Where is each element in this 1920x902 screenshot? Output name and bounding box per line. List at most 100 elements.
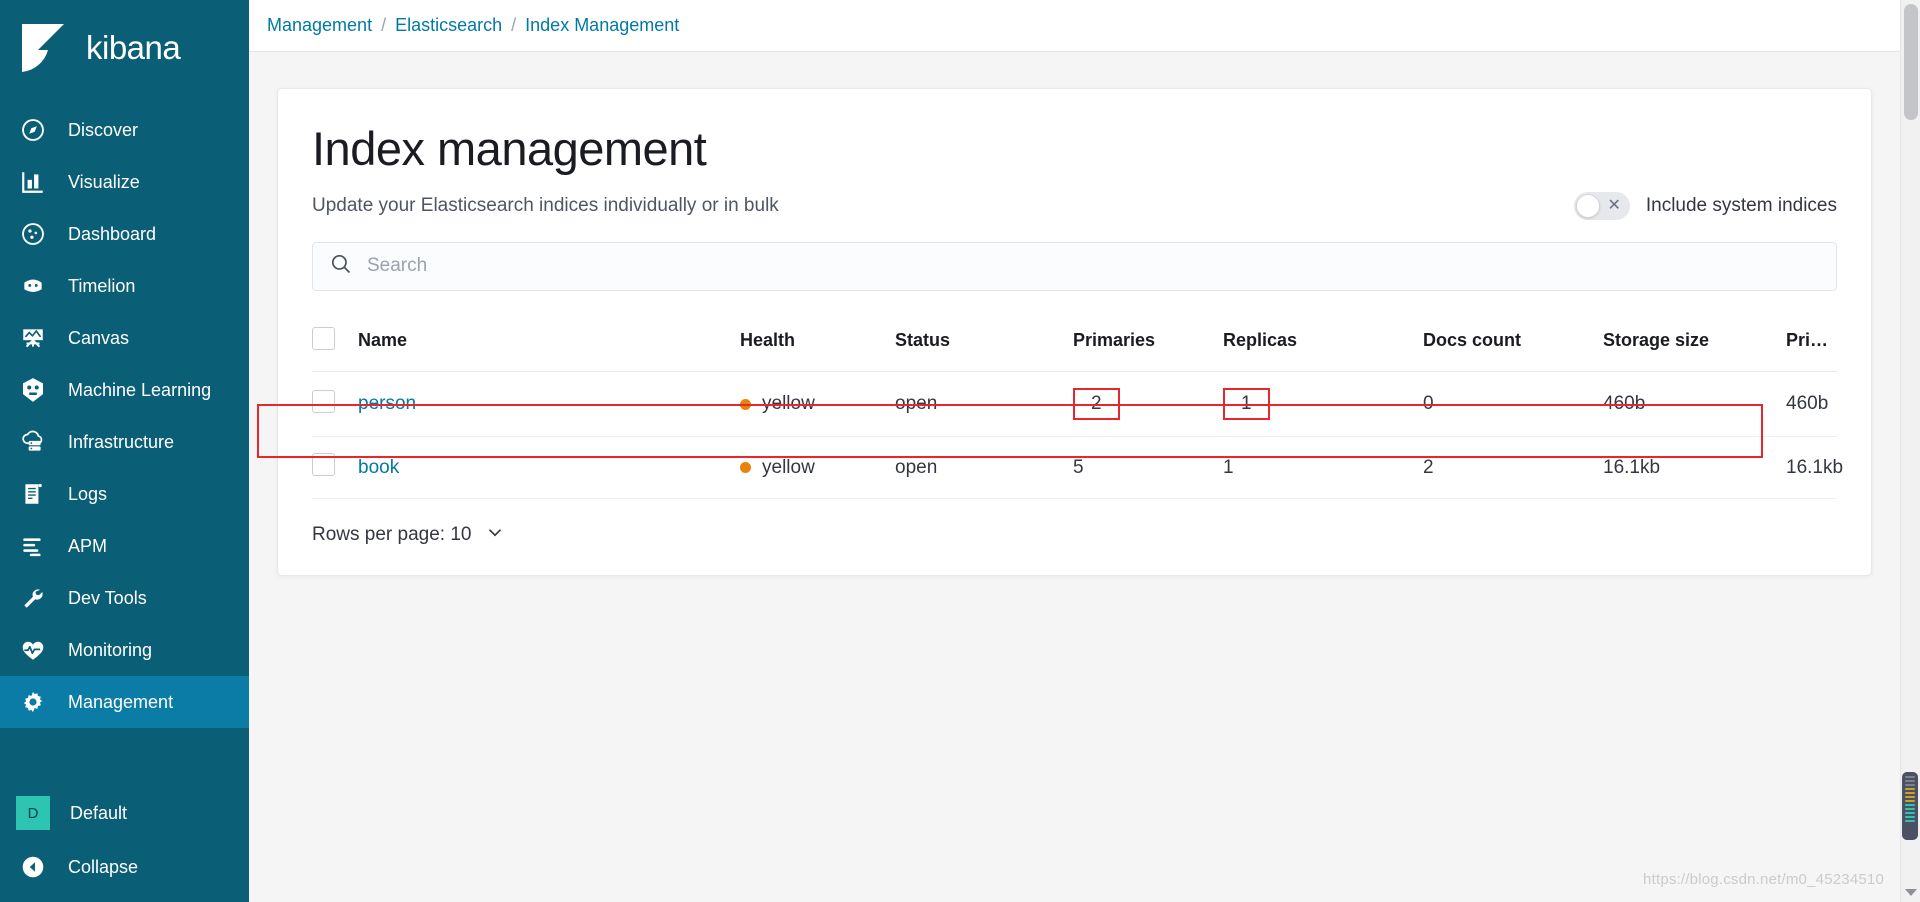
- sidebar-item-canvas[interactable]: Canvas: [0, 312, 249, 364]
- include-system-indices-group: ✕ Include system indices: [1573, 191, 1837, 220]
- app-root: kibana Discover Visualize Dashboard Time…: [0, 0, 1920, 902]
- health-label: yellow: [762, 456, 815, 478]
- chevron-down-icon: [484, 521, 506, 549]
- cell-replicas: 1: [1223, 371, 1423, 438]
- gear-icon: [18, 687, 48, 717]
- cell-storage-size: 460b: [1603, 371, 1786, 438]
- row-checkbox[interactable]: [312, 453, 335, 477]
- table-row[interactable]: book yellow open 5 1 2 16.1kb 16.1kb: [312, 436, 1843, 500]
- cell-health: yellow: [740, 371, 895, 438]
- column-header-status[interactable]: Status: [895, 316, 1073, 372]
- sidebar-item-label: Dev Tools: [68, 587, 147, 608]
- cell-docs-count: 2: [1423, 436, 1603, 500]
- heartbeat-icon: [18, 635, 48, 665]
- space-selector-default[interactable]: D Default: [0, 786, 249, 840]
- logs-icon: [18, 479, 48, 509]
- index-link[interactable]: person: [358, 393, 416, 414]
- cell-replicas: 1: [1223, 436, 1423, 500]
- sidebar-item-monitoring[interactable]: Monitoring: [0, 624, 249, 676]
- dashboard-icon: [18, 219, 48, 249]
- breadcrumb-item-index-management[interactable]: Index Management: [525, 15, 679, 36]
- brand-name: kibana: [86, 29, 181, 66]
- table-footer: Rows per page: 10: [312, 521, 1837, 549]
- breadcrumb-separator: /: [511, 15, 517, 35]
- toggle-knob: [1575, 193, 1600, 218]
- sidebar-item-infrastructure[interactable]: Infrastructure: [0, 416, 249, 468]
- index-management-panel: Index management Update your Elasticsear…: [277, 88, 1872, 577]
- health-status-dot: [740, 462, 751, 474]
- sidebar-item-machine-learning[interactable]: Machine Learning: [0, 364, 249, 416]
- sidebar-item-timelion[interactable]: Timelion: [0, 260, 249, 312]
- machine-learning-icon: [23, 378, 43, 402]
- search-icon: [329, 252, 353, 281]
- health-label: yellow: [762, 393, 815, 415]
- collapse-button[interactable]: Collapse: [0, 840, 249, 894]
- table-head: Name Health Status Primaries Replicas Do…: [312, 316, 1837, 372]
- close-x-icon: ✕: [1607, 196, 1621, 214]
- rows-per-page-selector[interactable]: Rows per page: 10: [312, 521, 506, 549]
- sidebar-item-dev-tools[interactable]: Dev Tools: [0, 572, 249, 624]
- collapse-label: Collapse: [68, 856, 139, 877]
- cell-primaries: 2: [1073, 371, 1223, 438]
- sidebar-item-label: Dashboard: [68, 223, 157, 244]
- scroll-down-arrow-icon[interactable]: [1905, 889, 1917, 896]
- row-select-cell: [312, 371, 358, 438]
- kibana-logo-icon: [16, 20, 72, 76]
- watermark: https://blog.csdn.net/m0_45234510: [1643, 871, 1884, 888]
- sidebar-item-apm[interactable]: APM: [0, 520, 249, 572]
- index-link[interactable]: book: [358, 457, 399, 478]
- sidebar-item-discover[interactable]: Discover: [0, 104, 249, 156]
- wrench-icon: [18, 583, 48, 613]
- brand-header[interactable]: kibana: [0, 0, 249, 96]
- breadcrumb-item-management[interactable]: Management: [267, 15, 372, 36]
- cell-status: open: [895, 436, 1073, 500]
- sidebar-item-visualize[interactable]: Visualize: [0, 156, 249, 208]
- compass-icon: [18, 115, 48, 145]
- page-scrollbar[interactable]: [1900, 0, 1920, 902]
- cell-name: person: [358, 371, 740, 438]
- search-bar[interactable]: [312, 241, 1837, 291]
- cell-docs-count: 0: [1423, 371, 1603, 438]
- cell-storage-size: 16.1kb: [1603, 436, 1786, 500]
- breadcrumb-item-elasticsearch[interactable]: Elasticsearch: [395, 15, 502, 36]
- sidebar-item-label: APM: [68, 535, 108, 556]
- page-body: Index management Update your Elasticsear…: [249, 52, 1920, 577]
- scrollbar-thumb[interactable]: [1904, 4, 1918, 120]
- sidebar-item-management[interactable]: Management: [0, 676, 249, 728]
- include-system-indices-toggle[interactable]: ✕: [1573, 191, 1630, 220]
- table-row[interactable]: person yellow open 2 1 0 460b 460b: [312, 371, 1837, 438]
- search-input[interactable]: [367, 255, 1820, 278]
- sidebar-item-logs[interactable]: Logs: [0, 468, 249, 520]
- sidebar-item-label: Management: [68, 691, 174, 712]
- page-title: Index management: [312, 122, 707, 175]
- sidebar-item-label: Logs: [68, 483, 108, 504]
- breadcrumb-separator: /: [381, 15, 387, 35]
- column-header-docs-count[interactable]: Docs count: [1423, 316, 1603, 372]
- column-header-storage-size[interactable]: Storage size: [1603, 316, 1786, 372]
- include-system-indices-label: Include system indices: [1645, 194, 1837, 216]
- primaries-value-highlighted: 2: [1073, 387, 1120, 421]
- sidebar-item-label: Visualize: [68, 171, 140, 192]
- row-checkbox[interactable]: [312, 389, 335, 413]
- cell-health: yellow: [740, 436, 895, 500]
- cell-name: book: [358, 436, 740, 500]
- sidebar-item-label: Machine Learning: [68, 379, 212, 400]
- breadcrumb: Management / Elasticsearch / Index Manag…: [249, 0, 1920, 52]
- cell-primary-storage-size: 460b: [1786, 371, 1837, 438]
- column-header-primary-storage-size[interactable]: Primary storag...: [1786, 316, 1837, 372]
- column-header-health[interactable]: Health: [740, 316, 895, 372]
- column-header-replicas[interactable]: Replicas: [1223, 316, 1423, 372]
- row-select-cell: [312, 436, 358, 500]
- select-all-checkbox[interactable]: [312, 326, 335, 350]
- column-header-primaries[interactable]: Primaries: [1073, 316, 1223, 372]
- main-content: Management / Elasticsearch / Index Manag…: [249, 0, 1920, 902]
- table-header-row: Name Health Status Primaries Replicas Do…: [312, 316, 1837, 372]
- infrastructure-icon: [18, 427, 48, 457]
- sidebar-item-label: Monitoring: [68, 639, 153, 660]
- sidebar-item-dashboard[interactable]: Dashboard: [0, 208, 249, 260]
- sidebar-bottom: D Default Collapse: [0, 786, 249, 902]
- health-status-dot: [740, 398, 751, 410]
- scrollbar-minimap-widget: [1902, 772, 1918, 840]
- column-header-name[interactable]: Name: [358, 316, 740, 372]
- space-label: Default: [70, 802, 128, 823]
